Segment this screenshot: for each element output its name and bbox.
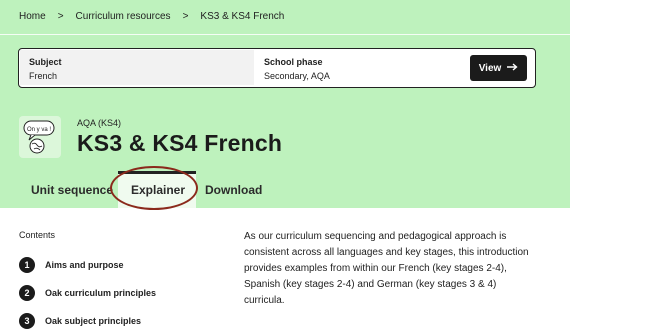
arrow-right-icon bbox=[507, 62, 518, 74]
subject-selector[interactable]: Subject French bbox=[20, 50, 254, 85]
school-phase-label: School phase bbox=[264, 57, 323, 67]
number-badge: 2 bbox=[19, 285, 35, 301]
number-badge: 1 bbox=[19, 257, 35, 273]
breadcrumb: Home > Curriculum resources > KS3 & KS4 … bbox=[19, 9, 284, 23]
subject-value: French bbox=[29, 71, 58, 81]
breadcrumb-home[interactable]: Home bbox=[19, 11, 46, 22]
number-badge: 3 bbox=[19, 313, 35, 329]
contents-item-curriculum-principles[interactable]: 2 Oak curriculum principles bbox=[19, 285, 156, 301]
tab-bar: Unit sequence Explainer Download bbox=[0, 171, 570, 208]
tab-unit-sequence[interactable]: Unit sequence bbox=[31, 171, 113, 208]
tab-download[interactable]: Download bbox=[205, 171, 262, 208]
view-button[interactable]: View bbox=[470, 55, 527, 81]
view-button-label: View bbox=[478, 62, 502, 74]
breadcrumb-separator: > bbox=[182, 10, 189, 22]
contents-heading: Contents bbox=[19, 230, 56, 240]
exam-board-label: AQA (KS4) bbox=[77, 118, 122, 128]
school-phase-selector[interactable]: School phase Secondary, AQA bbox=[256, 50, 456, 85]
breadcrumb-current-page: KS3 & KS4 French bbox=[200, 10, 285, 22]
intro-paragraph: As our curriculum sequencing and pedagog… bbox=[244, 231, 529, 306]
breadcrumb-curriculum-resources[interactable]: Curriculum resources bbox=[76, 11, 171, 22]
curriculum-selector: Subject French School phase Secondary, A… bbox=[18, 48, 536, 88]
subject-logo: On y va ! bbox=[19, 116, 61, 158]
contents-item-aims[interactable]: 1 Aims and purpose bbox=[19, 257, 124, 273]
subject-label: Subject bbox=[29, 57, 62, 67]
school-phase-value: Secondary, AQA bbox=[264, 71, 330, 81]
svg-text:On y va !: On y va ! bbox=[27, 127, 51, 133]
contents-item-label: Oak subject principles bbox=[45, 316, 142, 326]
contents-item-label: Aims and purpose bbox=[45, 260, 124, 270]
contents-item-label: Oak curriculum principles bbox=[45, 288, 157, 298]
focus-highlight bbox=[110, 166, 198, 210]
breadcrumb-divider bbox=[0, 34, 570, 35]
breadcrumb-separator: > bbox=[57, 10, 64, 22]
page-title: KS3 & KS4 French bbox=[77, 130, 283, 156]
contents-item-subject-principles[interactable]: 3 Oak subject principles bbox=[19, 313, 141, 329]
speech-bubble-globe-icon: On y va ! bbox=[23, 120, 55, 154]
